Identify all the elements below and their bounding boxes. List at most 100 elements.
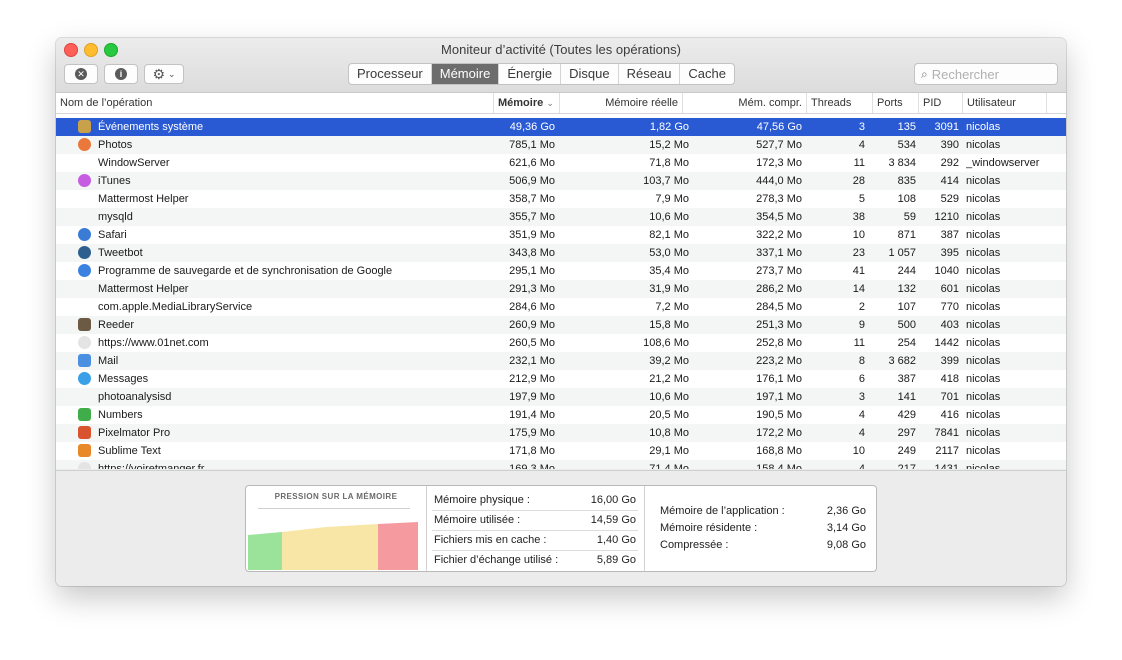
memory-stat-row: Mémoire physique : 16,00 Go [432,490,638,511]
pressure-yellow-segment [282,524,378,570]
memory-pressure-graph [248,522,418,570]
cell-user: nicolas [966,139,1001,151]
sort-descending-icon: ⌄ [546,98,554,108]
cell-real: 108,6 Mo [643,337,689,349]
process-name: com.apple.MediaLibraryService [98,301,253,313]
cell-threads: 10 [852,229,865,241]
memory-detail-label: Mémoire résidente : [660,522,758,534]
process-name: Événements système [98,121,204,133]
table-row[interactable]: iTunes 506,9 Mo 103,7 Mo 444,0 Mo 28 835 414 ni… [56,172,1066,190]
cell-comp: 197,1 Mo [756,391,802,403]
tab-5[interactable]: Cache [680,64,734,84]
table-row[interactable]: Numbers 191,4 Mo 20,5 Mo 190,5 Mo 4 429 416 nic… [56,406,1066,424]
memory-panel: PRESSION SUR LA MÉMOIRE Mémoire physique… [245,485,877,572]
memory-stat-value: 1,40 Go [596,534,636,546]
cell-user: nicolas [966,391,1001,403]
memory-stat-label: Mémoire utilisée : [434,514,521,526]
table-row[interactable]: Pixelmator Pro 175,9 Mo 10,8 Mo 172,2 Mo 4 29… [56,424,1066,442]
tab-2[interactable]: Énergie [499,64,562,84]
search-field[interactable]: ⌕ [914,63,1058,85]
column-header-ports[interactable]: Ports [872,93,918,113]
window-title: Moniteur d’activité (Toutes les opératio… [441,42,681,57]
inspect-process-button[interactable]: i [104,64,138,84]
tab-0[interactable]: Processeur [349,64,432,84]
column-header-name[interactable]: Nom de l’opération [56,93,493,113]
column-header-memory[interactable]: Mémoire ⌄ [493,93,559,113]
table-row[interactable]: Reeder 260,9 Mo 15,8 Mo 251,3 Mo 9 500 403 nico… [56,316,1066,334]
cell-threads: 38 [852,211,865,223]
cell-real: 31,9 Mo [649,283,689,295]
cell-mem: 295,1 Mo [509,265,555,277]
table-row[interactable]: Événements système 49,36 Go 1,82 Go 47,56 G… [56,118,1066,136]
cell-user: nicolas [966,247,1001,259]
cell-pid: 387 [940,229,959,241]
column-header-user[interactable]: Utilisateur [962,93,1046,113]
cell-real: 53,0 Mo [649,247,689,259]
cell-user: nicolas [966,445,1001,457]
cell-threads: 14 [852,283,865,295]
table-row[interactable]: WindowServer 621,6 Mo 71,8 Mo 172,3 Mo 11 3 8… [56,154,1066,172]
memory-stat-label: Mémoire physique : [434,494,530,506]
cell-mem: 355,7 Mo [509,211,555,223]
cell-pid: 601 [940,283,959,295]
column-header-real-memory[interactable]: Mémoire réelle [559,93,682,113]
pressure-green-segment [248,532,282,570]
cell-real: 15,2 Mo [649,139,689,151]
cell-pid: 1040 [934,265,959,277]
table-row[interactable]: Photos 785,1 Mo 15,2 Mo 527,7 Mo 4 534 390 nico… [56,136,1066,154]
mail-icon [78,354,91,367]
cell-pid: 1210 [934,211,959,223]
cell-comp: 251,3 Mo [756,319,802,331]
search-input[interactable] [927,66,1042,82]
cell-ports: 3 682 [888,355,916,367]
cell-pid: 7841 [934,427,959,439]
cell-comp: 223,2 Mo [756,355,802,367]
table-row[interactable]: com.apple.MediaLibraryService 284,6 Mo 7,2… [56,298,1066,316]
table-row[interactable]: Sublime Text 171,8 Mo 29,1 Mo 168,8 Mo 10 249… [56,442,1066,460]
cell-ports: 835 [897,175,916,187]
table-row[interactable]: photoanalysisd 197,9 Mo 10,6 Mo 197,1 Mo 3 14… [56,388,1066,406]
column-header-threads[interactable]: Threads [806,93,872,113]
process-name: Programme de sauvegarde et de synchronis… [98,265,393,277]
cell-comp: 190,5 Mo [756,409,802,421]
cell-comp: 286,2 Mo [756,283,802,295]
table-row[interactable]: Mattermost Helper 358,7 Mo 7,9 Mo 278,3 Mo 5… [56,190,1066,208]
cell-mem: 260,9 Mo [509,319,555,331]
table-row[interactable]: mysqld 355,7 Mo 10,6 Mo 354,5 Mo 38 59 1210 nic… [56,208,1066,226]
tab-1[interactable]: Mémoire [431,64,500,84]
table-row[interactable]: https://voiretmanger.fr 169,3 Mo 71,4 Mo 15… [56,460,1066,469]
tab-3[interactable]: Disque [561,64,619,84]
cell-user: nicolas [966,283,1001,295]
cell-threads: 28 [852,175,865,187]
table-row[interactable]: Programme de sauvegarde et de synchronis… [56,262,1066,280]
cell-real: 7,9 Mo [655,193,689,205]
cell-pid: 770 [940,301,959,313]
table-row[interactable]: Mattermost Helper 291,3 Mo 31,9 Mo 286,2 Mo… [56,280,1066,298]
cell-pid: 2117 [935,445,959,457]
web-content-icon [78,336,91,349]
cell-mem: 343,8 Mo [509,247,555,259]
stop-process-button[interactable]: ✕ [64,64,98,84]
column-header-pid[interactable]: PID [918,93,962,113]
tab-4[interactable]: Réseau [619,64,681,84]
table-row[interactable]: https://www.01net.com 260,5 Mo 108,6 Mo 252… [56,334,1066,352]
cell-threads: 11 [853,157,865,169]
tab-bar: Processeur Mémoire Énergie Disque Réseau Cach… [348,63,735,85]
cell-comp: 527,7 Mo [756,139,802,151]
cell-ports: 59 [903,211,916,223]
table-row[interactable]: Messages 212,9 Mo 21,2 Mo 176,1 Mo 6 387 418 ni… [56,370,1066,388]
column-header-compressed-memory[interactable]: Mém. compr. [682,93,806,113]
process-name: Mail [98,355,119,367]
sublime-text-icon [78,444,91,457]
table-row[interactable]: Tweetbot 343,8 Mo 53,0 Mo 337,1 Mo 23 1 057 39… [56,244,1066,262]
cell-mem: 169,3 Mo [509,463,555,469]
action-menu-button[interactable]: ⚙ ⌄ [144,64,184,84]
cell-ports: 249 [897,445,916,457]
memory-detail-value: 3,14 Go [826,522,866,534]
cell-mem: 621,6 Mo [509,157,555,169]
table-row[interactable]: Safari 351,9 Mo 82,1 Mo 322,2 Mo 10 871 387 nic… [56,226,1066,244]
cell-threads: 4 [858,463,865,469]
cell-ports: 297 [897,427,916,439]
cell-pid: 403 [940,319,959,331]
table-row[interactable]: Mail 232,1 Mo 39,2 Mo 223,2 Mo 8 3 682 399 nico… [56,352,1066,370]
